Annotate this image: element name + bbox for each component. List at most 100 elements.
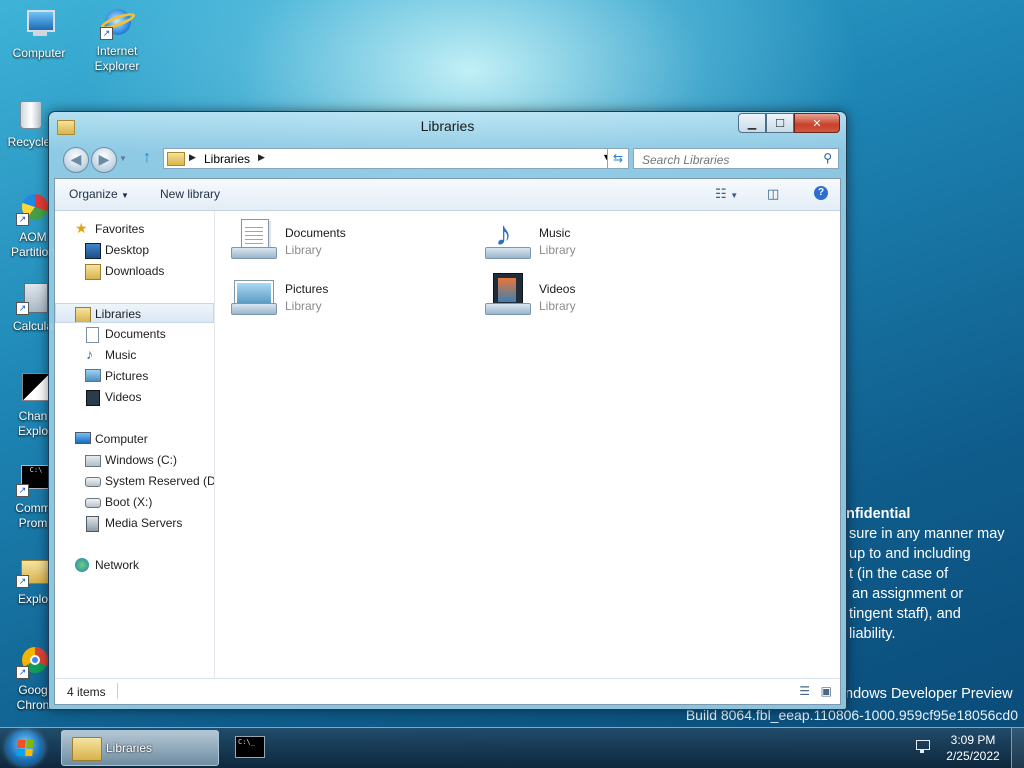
up-arrow-icon: ↑ bbox=[143, 149, 151, 166]
item-type: Library bbox=[285, 299, 322, 313]
videos-library-icon bbox=[485, 273, 531, 317]
library-item-music[interactable]: ♪ Music Library bbox=[469, 213, 699, 263]
watermark-line: up to and including bbox=[849, 546, 971, 562]
nav-network[interactable]: Network bbox=[55, 555, 214, 575]
desktop-icon bbox=[85, 243, 101, 259]
navigation-pane: ★ Favorites Desktop Downloads Libraries … bbox=[55, 211, 215, 678]
start-button[interactable] bbox=[6, 730, 44, 766]
breadcrumb-arrow-icon[interactable]: ▶ bbox=[189, 152, 196, 163]
show-desktop-button[interactable] bbox=[1011, 728, 1024, 768]
search-icon[interactable]: ⚲ bbox=[823, 151, 832, 165]
status-bar: 4 items ☰ ▣ bbox=[55, 678, 840, 704]
nav-desktop[interactable]: Desktop bbox=[55, 240, 214, 260]
watermark-product: ndows Developer Preview bbox=[845, 686, 1013, 702]
nav-boot-x[interactable]: Boot (X:) bbox=[55, 492, 214, 512]
computer-icon bbox=[75, 432, 91, 444]
desktop-icon-internet-explorer[interactable]: ↗ Internet Explorer bbox=[78, 6, 156, 74]
documents-library-icon bbox=[231, 217, 277, 261]
back-button[interactable]: ◀ bbox=[63, 147, 89, 173]
preview-pane-button[interactable]: ◫ bbox=[767, 186, 779, 202]
refresh-button[interactable]: ⇆ bbox=[607, 148, 629, 169]
downloads-folder-icon bbox=[85, 264, 101, 280]
nav-downloads[interactable]: Downloads bbox=[55, 261, 214, 281]
google-chrome-icon: ↗ bbox=[16, 645, 50, 679]
clock-date: 2/25/2022 bbox=[946, 749, 1000, 763]
nav-label: Network bbox=[95, 558, 140, 572]
minimize-button[interactable]: ▁ bbox=[738, 113, 766, 133]
desktop-icon-label: Internet Explorer bbox=[94, 44, 140, 73]
library-item-videos[interactable]: Videos Library bbox=[469, 269, 699, 319]
taskbar-button-label: Libraries bbox=[106, 741, 153, 755]
maximize-button[interactable]: ☐ bbox=[766, 113, 794, 133]
large-icons-view-icon: ▣ bbox=[820, 684, 832, 698]
music-note-icon: ♪ bbox=[86, 346, 93, 362]
item-type: Library bbox=[539, 243, 576, 257]
drive-icon bbox=[85, 455, 101, 467]
change-explorer-icon bbox=[16, 371, 50, 405]
view-icon: ☷ bbox=[715, 186, 727, 201]
up-arrow-button[interactable]: ↑ bbox=[143, 149, 151, 167]
breadcrumb-libraries[interactable]: Libraries bbox=[204, 152, 250, 166]
aomei-partition-icon: ↗ bbox=[16, 192, 50, 226]
new-library-button[interactable]: New library bbox=[160, 187, 220, 201]
watermark-line: t (in the case of bbox=[849, 566, 949, 582]
nav-favorites[interactable]: ★ Favorites bbox=[55, 219, 214, 239]
nav-computer[interactable]: Computer bbox=[55, 429, 214, 449]
library-item-documents[interactable]: Documents Library bbox=[215, 213, 445, 263]
nav-label: System Reserved (D: bbox=[105, 474, 214, 488]
drive-icon bbox=[85, 498, 101, 508]
large-icons-view-button[interactable]: ▣ bbox=[821, 684, 832, 698]
nav-music[interactable]: ♪ Music bbox=[55, 345, 214, 365]
desktop-icon-computer[interactable]: Computer bbox=[0, 8, 78, 61]
change-view-button[interactable]: ☷ ▼ bbox=[715, 186, 738, 202]
details-view-button[interactable]: ☰ bbox=[799, 684, 810, 698]
search-input[interactable] bbox=[640, 150, 814, 169]
item-name: Music bbox=[539, 226, 571, 240]
recent-pages-dropdown[interactable]: ▼ bbox=[119, 154, 127, 163]
videos-film-icon bbox=[86, 390, 100, 406]
system-clock[interactable]: 3:09 PM 2/25/2022 bbox=[940, 732, 1006, 764]
caption-buttons: ▁ ☐ ✕ bbox=[738, 113, 840, 133]
refresh-icon: ⇆ bbox=[612, 151, 624, 165]
maximize-icon: ☐ bbox=[775, 117, 785, 130]
command-bar: Organize ▼ New library ☷ ▼ ◫ ? bbox=[55, 179, 840, 211]
breadcrumb-arrow-icon[interactable]: ▶ bbox=[258, 152, 265, 163]
explorer-frame: Organize ▼ New library ☷ ▼ ◫ ? ★ Favorit… bbox=[54, 178, 841, 705]
network-icon bbox=[75, 558, 89, 572]
explorer-window[interactable]: Libraries ▁ ☐ ✕ ◀ ▶ ▼ ↑ ▶ Libraries ▶ ▼ … bbox=[48, 111, 847, 710]
library-item-pictures[interactable]: Pictures Library bbox=[215, 269, 445, 319]
network-tray-icon[interactable] bbox=[914, 740, 930, 754]
nav-media-servers[interactable]: Media Servers bbox=[55, 513, 214, 533]
help-button[interactable]: ? bbox=[814, 186, 828, 200]
taskbar-libraries-button[interactable]: Libraries bbox=[61, 730, 219, 766]
organize-button[interactable]: Organize ▼ bbox=[69, 187, 129, 201]
nav-label: Media Servers bbox=[105, 516, 183, 530]
nav-videos[interactable]: Videos bbox=[55, 387, 214, 407]
music-library-icon: ♪ bbox=[485, 217, 531, 261]
nav-label: Windows (C:) bbox=[105, 453, 178, 467]
item-count: 4 items bbox=[67, 685, 106, 699]
explorer-icon: ↗ bbox=[16, 554, 51, 588]
watermark-line: tingent staff), and bbox=[849, 606, 961, 622]
file-list: Documents Library ♪ Music Library Pictur… bbox=[215, 211, 840, 678]
nav-libraries[interactable]: Libraries bbox=[55, 303, 214, 323]
window-title: Libraries bbox=[420, 118, 475, 134]
address-bar[interactable]: ▶ Libraries ▶ ▼ bbox=[163, 148, 618, 169]
close-icon: ✕ bbox=[812, 117, 822, 130]
close-button[interactable]: ✕ bbox=[794, 113, 840, 133]
status-divider bbox=[117, 683, 118, 699]
taskbar-command-prompt-button[interactable]: C:\_ bbox=[224, 730, 276, 764]
internet-explorer-icon: ↗ bbox=[99, 6, 137, 40]
chevron-down-icon: ▼ bbox=[730, 191, 739, 200]
nav-windows-c[interactable]: Windows (C:) bbox=[55, 450, 214, 470]
forward-button[interactable]: ▶ bbox=[91, 147, 117, 173]
search-box[interactable]: ⚲ bbox=[633, 148, 839, 169]
pictures-icon bbox=[85, 369, 101, 382]
watermark-line: liability. bbox=[849, 626, 896, 642]
nav-label: Videos bbox=[105, 390, 142, 404]
minimize-icon: ▁ bbox=[747, 117, 757, 130]
nav-pictures[interactable]: Pictures bbox=[55, 366, 214, 386]
nav-documents[interactable]: Documents bbox=[55, 324, 214, 344]
nav-label: Boot (X:) bbox=[105, 495, 153, 509]
nav-system-reserved[interactable]: System Reserved (D: bbox=[55, 471, 214, 491]
